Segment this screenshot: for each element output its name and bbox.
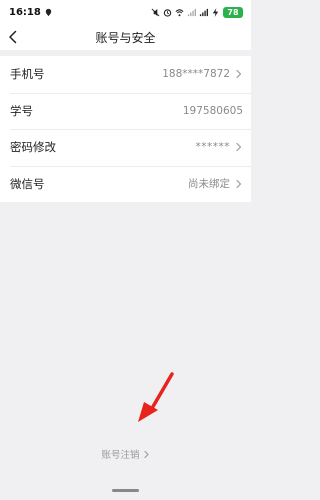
row-label: 密码修改 <box>10 140 56 155</box>
annotation-arrow-icon <box>138 372 174 422</box>
wechat-row[interactable]: 微信号 尚未绑定 <box>0 165 251 203</box>
mute-icon <box>151 8 160 16</box>
account-cancel-label: 账号注销 <box>101 450 140 461</box>
nav-bar: 账号与安全 <box>0 24 251 50</box>
chevron-right-icon <box>236 70 242 79</box>
home-indicator[interactable] <box>112 489 139 492</box>
phone-row[interactable]: 手机号 188****7872 <box>0 56 251 93</box>
account-cancel-link[interactable]: 账号注销 <box>0 447 251 461</box>
row-right: ****** <box>196 141 244 153</box>
row-value: 尚未绑定 <box>188 178 230 191</box>
charging-icon <box>212 7 219 17</box>
chevron-right-icon <box>236 143 242 152</box>
password-row[interactable]: 密码修改 ****** <box>0 129 251 166</box>
status-bar: 16:18 78 <box>0 0 251 24</box>
row-label: 微信号 <box>10 176 45 191</box>
row-value: 188****7872 <box>162 68 230 81</box>
chevron-right-icon <box>236 179 242 188</box>
clock: 16:18 <box>9 6 41 18</box>
wifi-icon <box>175 8 184 16</box>
settings-list: 手机号 188****7872 学号 197580605 密码修改 ******… <box>0 56 251 202</box>
row-label: 学号 <box>10 103 33 118</box>
chevron-left-icon <box>9 30 17 44</box>
status-bar-right: 78 <box>151 6 243 18</box>
row-value: ****** <box>195 141 230 154</box>
alarm-icon <box>163 8 172 17</box>
row-right: 188****7872 <box>162 68 243 80</box>
row-right: 尚未绑定 <box>188 176 243 191</box>
back-button[interactable] <box>3 27 23 47</box>
chevron-right-icon <box>143 450 149 458</box>
page-title: 账号与安全 <box>95 30 156 45</box>
student-id-row: 学号 197580605 <box>0 92 251 130</box>
location-icon <box>45 8 52 16</box>
status-bar-left: 16:18 <box>9 7 53 18</box>
signal-icon-1 <box>187 8 196 16</box>
battery-level: 78 <box>223 6 243 18</box>
row-right: 197580605 <box>183 105 243 117</box>
row-label: 手机号 <box>10 67 45 82</box>
signal-icon-2 <box>199 8 208 16</box>
row-value: 197580605 <box>182 104 243 117</box>
